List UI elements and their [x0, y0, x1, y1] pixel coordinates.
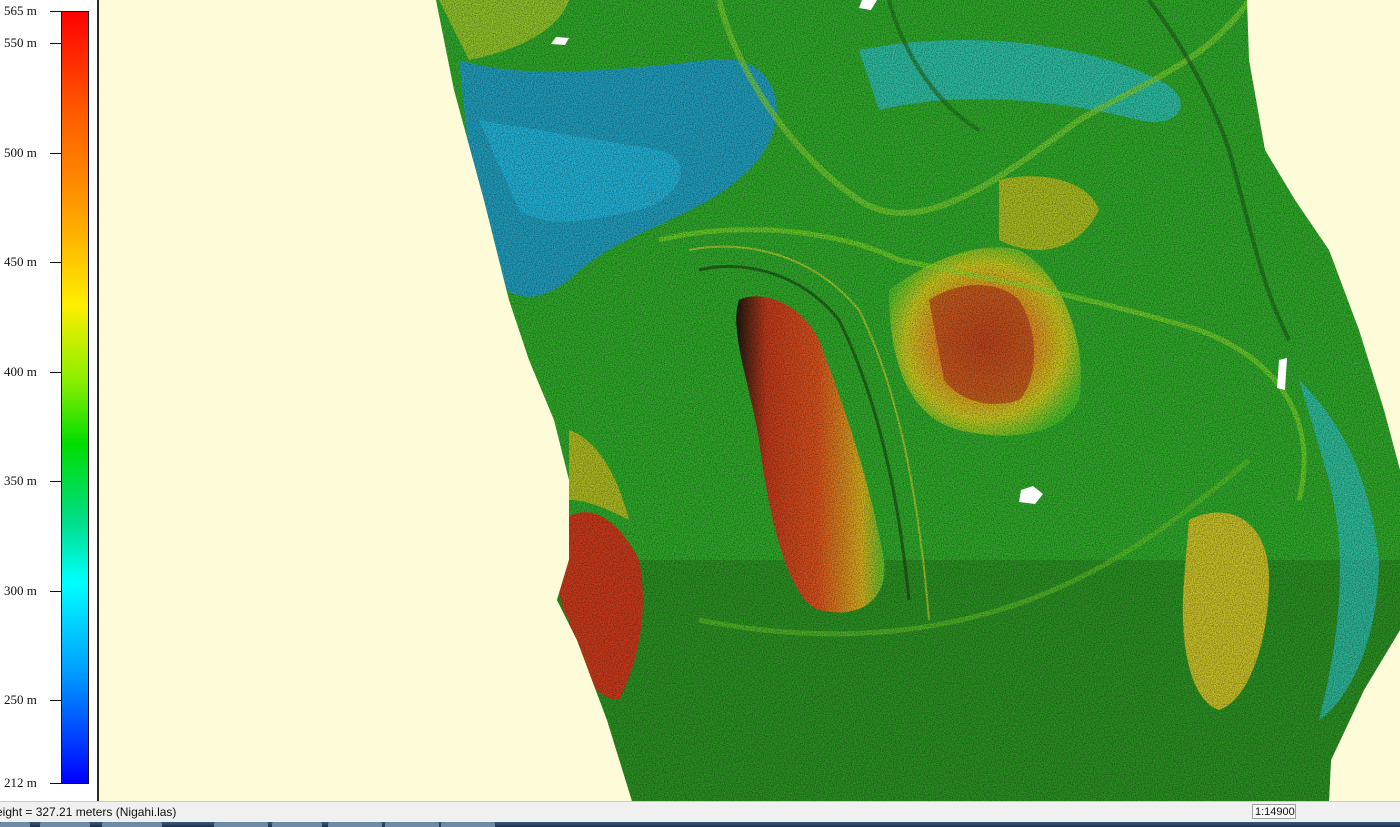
legend-tick-min	[50, 783, 61, 784]
legend-tick	[50, 481, 61, 482]
app-window: 565 m 550 m 500 m 450 m 400 m 350 m 300 …	[0, 0, 1400, 827]
os-taskbar	[0, 822, 1400, 827]
legend-tick	[50, 43, 61, 44]
taskbar-item[interactable]	[328, 822, 382, 827]
legend-label: 450 m	[4, 254, 37, 269]
legend-label: 550 m	[4, 35, 37, 50]
taskbar-item[interactable]	[40, 822, 90, 827]
taskbar-item[interactable]	[272, 822, 322, 827]
legend-tick	[50, 153, 61, 154]
legend-label: 250 m	[4, 692, 37, 707]
legend-tick-max	[50, 11, 61, 12]
status-height-readout: eight = 327.21 meters (Nigahi.las)	[0, 805, 177, 819]
legend-tick	[50, 262, 61, 263]
terrain-elevation-render[interactable]	[99, 0, 1400, 801]
status-bar: eight = 327.21 meters (Nigahi.las) 1:149…	[0, 801, 1400, 822]
start-button[interactable]	[0, 822, 30, 827]
taskbar-item[interactable]	[385, 822, 439, 827]
legend-label: 400 m	[4, 364, 37, 379]
legend-label: 300 m	[4, 583, 37, 598]
legend-tick	[50, 372, 61, 373]
legend-tick	[50, 700, 61, 701]
point-cloud-map-view[interactable]	[99, 0, 1400, 801]
legend-label-max: 565 m	[4, 3, 37, 18]
legend-label: 500 m	[4, 145, 37, 160]
legend-tick	[50, 591, 61, 592]
legend-label: 350 m	[4, 473, 37, 488]
color-ramp-bar	[61, 11, 89, 784]
taskbar-item[interactable]	[441, 822, 495, 827]
taskbar-item[interactable]	[102, 822, 162, 827]
taskbar-item[interactable]	[214, 822, 268, 827]
elevation-legend: 565 m 550 m 500 m 450 m 400 m 350 m 300 …	[0, 0, 99, 801]
map-scale-field[interactable]: 1:14900	[1252, 804, 1296, 819]
legend-label-min: 212 m	[4, 775, 37, 790]
